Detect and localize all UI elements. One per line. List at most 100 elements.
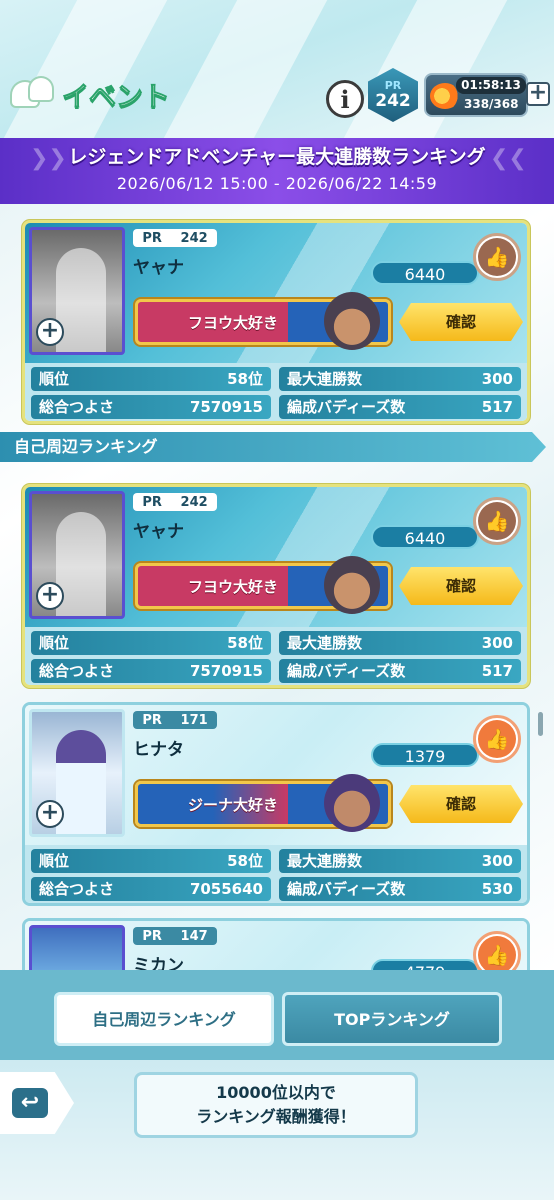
top-header: イベント i PR 242 01:58:13 338/368 + (0, 0, 554, 140)
sync-pair-banner: フヨウ大好き (135, 556, 391, 614)
like-count: 6440 (371, 261, 479, 285)
stats-panel: 順位 58位 最大連勝数 300 総合つよさ 7570915 編成バディーズ数 517 (25, 627, 527, 685)
pr-tag-label: PR (142, 230, 162, 246)
like-button[interactable]: 👍 (473, 715, 521, 763)
stat-value: 58位 (227, 634, 263, 652)
header-stripe (130, 0, 360, 140)
stat-value: 58位 (227, 370, 263, 388)
reward-info-button[interactable]: 10000位以内で ランキング報酬獲得！ (134, 1072, 418, 1138)
stat-value: 7570915 (189, 398, 263, 416)
stat-value: 300 (481, 370, 513, 388)
portrait-figure (56, 248, 106, 352)
tab-nearby-ranking[interactable]: 自己周辺ランキング (54, 992, 274, 1046)
confirm-button[interactable]: 確認 (399, 567, 523, 605)
pr-tag: PR 242 (133, 229, 217, 247)
buddies-stat: 編成バディーズ数 517 (279, 395, 521, 419)
ranking-banner: ❯❯ ❮❮ レジェンドアドベンチャー最大連勝数ランキング 2026/06/12 … (0, 138, 554, 204)
pr-tag: PR 171 (133, 711, 217, 729)
player-name: ヤャナ (133, 258, 184, 278)
total-power-stat: 総合つよさ 7570915 (31, 395, 271, 419)
stat-key: 最大連勝数 (287, 852, 363, 870)
footer: ↩ 10000位以内で ランキング報酬獲得！ (0, 1060, 554, 1200)
thumbs-up-icon: 👍 (478, 936, 516, 970)
stat-value: 58位 (227, 852, 263, 870)
stat-key: 編成バディーズ数 (287, 880, 406, 898)
stamina-meter: 01:58:13 338/368 (424, 73, 528, 117)
tab-top-ranking[interactable]: TOPランキング (282, 992, 502, 1046)
like-count: 6440 (371, 525, 479, 549)
like-button[interactable]: 👍 (473, 233, 521, 281)
ranking-list[interactable]: + PR 242 ヤャナ 6440 👍 フヨウ大好き 確認 順位 58位 最大連勝数… (0, 204, 554, 970)
sync-pair-label: ジーナ大好き (187, 796, 278, 814)
pr-tag-value: 147 (180, 928, 208, 944)
reward-text-line2: ランキング報酬獲得！ (196, 1107, 356, 1126)
max-streak-stat: 最大連勝数 300 (279, 849, 521, 873)
pr-tag-value: 171 (180, 712, 208, 728)
info-button[interactable]: i (326, 80, 364, 118)
pr-tag-label: PR (142, 494, 162, 510)
player-portrait[interactable]: + (29, 227, 125, 355)
stat-key: 総合つよさ (39, 398, 115, 416)
stamina-timer: 01:58:13 (456, 77, 526, 94)
total-power-stat: 総合つよさ 7055640 (31, 877, 271, 901)
info-icon: i (340, 84, 350, 114)
ranking-period: 2026/06/12 15:00 - 2026/06/22 14:59 (116, 174, 438, 193)
buddies-stat: 編成バディーズ数 517 (279, 659, 521, 683)
pr-value: 242 (375, 91, 411, 111)
add-stamina-button[interactable]: + (526, 82, 550, 106)
portrait-figure (56, 512, 106, 616)
player-name: ヒナタ (133, 740, 184, 760)
max-streak-stat: 最大連勝数 300 (279, 367, 521, 391)
stat-key: 編成バディーズ数 (287, 398, 406, 416)
add-friend-button[interactable]: + (36, 582, 64, 610)
player-name: ミカン (133, 956, 184, 970)
pr-tag: PR 242 (133, 493, 217, 511)
pr-tag-value: 242 (180, 494, 208, 510)
rank-stat: 順位 58位 (31, 849, 271, 873)
player-portrait[interactable]: + (29, 491, 125, 619)
stat-value: 530 (481, 880, 513, 898)
stats-panel: 順位 58位 最大連勝数 300 総合つよさ 7570915 編成バディーズ数 517 (25, 363, 527, 421)
confirm-button[interactable]: 確認 (399, 303, 523, 341)
confirm-button[interactable]: 確認 (399, 785, 523, 823)
my-ranking-card: + PR 242 ヤャナ 6440 👍 フヨウ大好き 確認 順位 58位 最大連勝数… (22, 220, 530, 424)
add-friend-button[interactable]: + (36, 800, 64, 828)
stat-value: 7570915 (189, 662, 263, 680)
sync-pair-label: フヨウ大好き (187, 578, 278, 596)
header-stripe (310, 0, 540, 140)
sync-pair-face (324, 292, 380, 350)
stats-panel: 順位 58位 最大連勝数 300 総合つよさ 7055640 編成バディーズ数 530 (25, 845, 527, 903)
player-portrait[interactable] (29, 925, 125, 970)
pr-tag-value: 242 (180, 230, 208, 246)
rank-stat: 順位 58位 (31, 631, 271, 655)
like-count: 4779 (371, 959, 479, 970)
ranking-card: + PR 171 ヒナタ 1379 👍 ジーナ大好き 確認 順位 58位 最大連勝数… (22, 702, 530, 906)
buddies-stat: 編成バディーズ数 530 (279, 877, 521, 901)
player-name: ヤャナ (133, 522, 184, 542)
thumbs-up-icon: 👍 (478, 720, 516, 758)
ranking-tabs: 自己周辺ランキング TOPランキング (0, 970, 554, 1060)
rank-stat: 順位 58位 (31, 367, 271, 391)
ranking-title: レジェンドアドベンチャー最大連勝数ランキング (68, 146, 486, 168)
event-title: イベント (8, 72, 171, 116)
like-count: 1379 (371, 743, 479, 767)
back-arrow-icon: ↩ (12, 1088, 48, 1118)
header-stripe (0, 0, 200, 140)
ranking-card: + PR 242 ヤャナ 6440 👍 フヨウ大好き 確認 順位 58位 最大連勝数… (22, 484, 530, 688)
stamina-count: 338/368 (464, 97, 519, 111)
scrollbar[interactable] (538, 712, 543, 736)
player-portrait[interactable]: + (29, 709, 125, 837)
pr-tag-label: PR (142, 712, 162, 728)
sync-pair-label: フヨウ大好き (187, 314, 278, 332)
ranking-card: PR 147 ミカン 4779 👍 (22, 918, 530, 970)
stat-key: 順位 (39, 634, 70, 652)
back-button[interactable]: ↩ (0, 1072, 74, 1134)
sync-pair-banner: ジーナ大好き (135, 774, 391, 832)
stat-key: 最大連勝数 (287, 634, 363, 652)
pr-tag-label: PR (142, 928, 162, 944)
add-friend-button[interactable]: + (36, 318, 64, 346)
event-title-text: イベント (62, 81, 171, 113)
like-button[interactable]: 👍 (473, 497, 521, 545)
sync-pair-banner: フヨウ大好き (135, 292, 391, 350)
stat-key: 順位 (39, 370, 70, 388)
